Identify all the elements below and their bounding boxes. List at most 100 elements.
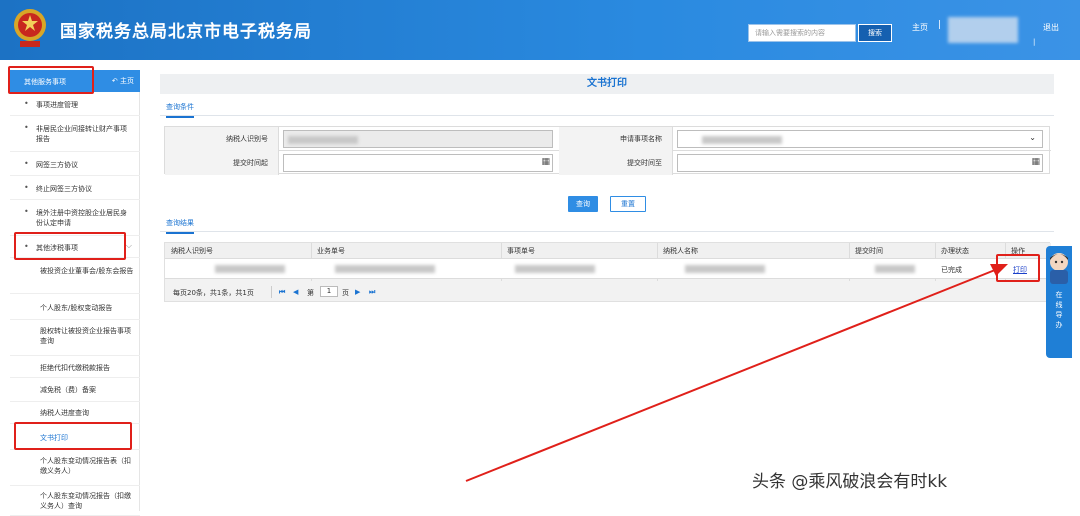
- submit-to-date-input[interactable]: ▦: [677, 154, 1043, 172]
- sidebar-sub-item[interactable]: 被投资企业董事会/股东会报告: [10, 258, 140, 294]
- column-header: 纳税人名称: [663, 247, 698, 255]
- online-guide-label: 在线导办: [1055, 291, 1063, 329]
- sidebar-home-label: 主页: [120, 77, 134, 85]
- table-header: 纳税人识别号 业务单号 事项单号 纳税人名称 提交时间 办理状态 操作: [165, 243, 1051, 259]
- assistant-avatar-icon: [1050, 253, 1068, 284]
- bullet-icon: •: [24, 159, 29, 168]
- sidebar-item-nonresident-transfer[interactable]: • 非居民企业间接转让财产事项报告: [10, 116, 140, 152]
- sidebar-sub-label: 拒绝代扣代缴税款报告: [40, 364, 110, 372]
- column-header: 办理状态: [941, 247, 969, 255]
- sidebar-item-label: 境外注册中资控股企业居民身份认定申请: [36, 209, 127, 227]
- column-header: 操作: [1011, 247, 1025, 255]
- bullet-icon: •: [24, 123, 29, 132]
- sidebar-sub-label: 纳税人进度查询: [40, 409, 89, 417]
- sidebar-sub-label: 个人股东变动情况报告表（扣缴义务人）: [40, 457, 131, 475]
- taxpayer-id-label: 纳税人识别号: [165, 127, 279, 151]
- search-button[interactable]: 搜索: [858, 24, 892, 42]
- main-content: 文书打印 查询条件 纳税人识别号 申请事项名称 ⌄ 提交时间起 ▦ 提交时间至 …: [160, 70, 1054, 511]
- sidebar-sub-item[interactable]: 纳税人进度查询: [10, 402, 140, 424]
- online-guide-widget[interactable]: 在线导办: [1046, 246, 1072, 358]
- calendar-icon[interactable]: ▦: [1031, 157, 1040, 167]
- home-link[interactable]: 主页: [912, 22, 928, 33]
- query-button[interactable]: 查询: [568, 196, 598, 212]
- redacted-value: [685, 265, 765, 273]
- pager-summary: 每页20条，共1条，共1页: [173, 289, 254, 297]
- sidebar-item-label: 事项进度管理: [36, 101, 78, 109]
- section-divider: [160, 115, 1054, 116]
- apply-item-label: 申请事项名称: [559, 127, 673, 151]
- sidebar-header[interactable]: 其他服务事项 ↶ 主页: [10, 70, 140, 92]
- sidebar-item-label: 非居民企业间接转让财产事项报告: [36, 125, 127, 143]
- bullet-icon: •: [24, 242, 29, 251]
- sidebar-sub-label: 被投资企业董事会/股东会报告: [40, 267, 134, 275]
- sidebar-sub-label: 股权转让被投资企业报告事项查询: [40, 327, 131, 345]
- sidebar-sub-label: 个人股东/股权变动报告: [40, 304, 113, 312]
- header-separator-2: |: [1033, 38, 1036, 46]
- sidebar-sub-item[interactable]: 股权转让被投资企业报告事项查询: [10, 320, 140, 356]
- column-header: 纳税人识别号: [171, 247, 213, 255]
- taxpayer-id-field: [283, 130, 553, 148]
- calendar-icon[interactable]: ▦: [541, 157, 550, 167]
- pagination: 每页20条，共1条，共1页 ⏮ ◀ 第 1 页 ▶ ⏭: [165, 281, 1051, 303]
- apply-item-select[interactable]: ⌄: [677, 130, 1043, 148]
- sidebar-item-tripartite-agreement[interactable]: • 网签三方协议: [10, 152, 140, 176]
- chevron-down-icon: ⌵: [125, 241, 132, 250]
- last-page-button[interactable]: ⏭: [369, 288, 375, 297]
- sidebar-item-other-tax-matters[interactable]: • 其他涉税事项 ⌵: [10, 236, 140, 258]
- user-name-blurred: [948, 17, 1018, 43]
- page-number-input[interactable]: 1: [320, 286, 338, 297]
- header-separator: |: [938, 20, 942, 30]
- section-divider: [160, 231, 1054, 232]
- print-link[interactable]: 打印: [1013, 265, 1027, 275]
- sidebar-sub-item[interactable]: 个人股东变动情况报告（扣缴义务人）查询: [10, 486, 140, 516]
- back-arrow-icon: ↶: [111, 77, 120, 85]
- page-prefix: 第: [307, 289, 314, 297]
- sidebar-item-label: 其他涉税事项: [36, 244, 78, 252]
- column-header: 业务单号: [317, 247, 345, 255]
- search-input[interactable]: 请输入需要搜索的内容: [748, 24, 856, 42]
- sidebar-sub-item-document-print[interactable]: 文书打印: [10, 424, 140, 450]
- column-header: 事项单号: [507, 247, 535, 255]
- sidebar-sub-item[interactable]: 减免税（费）备案: [10, 378, 140, 402]
- column-header: 提交时间: [855, 247, 883, 255]
- query-form: 纳税人识别号 申请事项名称 ⌄ 提交时间起 ▦ 提交时间至 ▦: [164, 126, 1051, 175]
- redacted-value: [515, 265, 595, 273]
- sidebar-sub-item[interactable]: 拒绝代扣代缴税款报告: [10, 356, 140, 378]
- sidebar-item-resident-identity[interactable]: • 境外注册中资控股企业居民身份认定申请: [10, 200, 140, 236]
- site-title: 国家税务总局北京市电子税务局: [60, 22, 312, 42]
- sidebar-item-label: 网签三方协议: [36, 161, 78, 169]
- bullet-icon: •: [24, 183, 29, 192]
- chevron-down-icon: ⌄: [1029, 133, 1036, 142]
- reset-button[interactable]: 重置: [610, 196, 646, 212]
- prev-page-button[interactable]: ◀: [293, 288, 298, 296]
- sidebar-item-terminate-agreement[interactable]: • 终止网签三方协议: [10, 176, 140, 200]
- sidebar-sub-label: 减免税（费）备案: [40, 386, 96, 394]
- sidebar-item-label: 终止网签三方协议: [36, 185, 92, 193]
- bullet-icon: •: [24, 99, 29, 108]
- submit-to-label: 提交时间至: [559, 151, 673, 175]
- page-title: 文书打印: [160, 74, 1054, 94]
- sidebar-sub-item[interactable]: 个人股东/股权变动报告: [10, 294, 140, 320]
- logout-link[interactable]: 退出: [1043, 22, 1059, 33]
- table-row: 已完成 打印: [165, 259, 1051, 279]
- sidebar-sub-label: 个人股东变动情况报告（扣缴义务人）查询: [40, 492, 131, 510]
- print-link-text[interactable]: 打印: [1013, 266, 1027, 274]
- sidebar-header-label: 其他服务事项: [24, 78, 66, 86]
- watermark-text: 头条 @乘风破浪会有时kk: [752, 472, 948, 492]
- bullet-icon: •: [24, 207, 29, 216]
- first-page-button[interactable]: ⏮: [279, 288, 285, 297]
- results-table: 纳税人识别号 业务单号 事项单号 纳税人名称 提交时间 办理状态 操作 已完成 …: [164, 242, 1051, 303]
- redacted-value: [288, 136, 358, 144]
- status-cell: 已完成: [941, 266, 962, 274]
- sidebar-home-link[interactable]: ↶ 主页: [112, 76, 134, 86]
- sidebar-item-progress[interactable]: • 事项进度管理: [10, 92, 140, 116]
- submit-from-label: 提交时间起: [165, 151, 279, 175]
- pager-divider: [271, 286, 272, 298]
- next-page-button[interactable]: ▶: [355, 288, 360, 296]
- sidebar: 其他服务事项 ↶ 主页 • 事项进度管理 • 非居民企业间接转让财产事项报告 • 网签…: [10, 70, 140, 516]
- submit-from-date-input[interactable]: ▦: [283, 154, 553, 172]
- form-row: 纳税人识别号 申请事项名称 ⌄: [165, 127, 1051, 151]
- sidebar-sub-item[interactable]: 个人股东变动情况报告表（扣缴义务人）: [10, 450, 140, 486]
- redacted-value: [335, 265, 435, 273]
- sidebar-sub-label: 文书打印: [40, 434, 68, 442]
